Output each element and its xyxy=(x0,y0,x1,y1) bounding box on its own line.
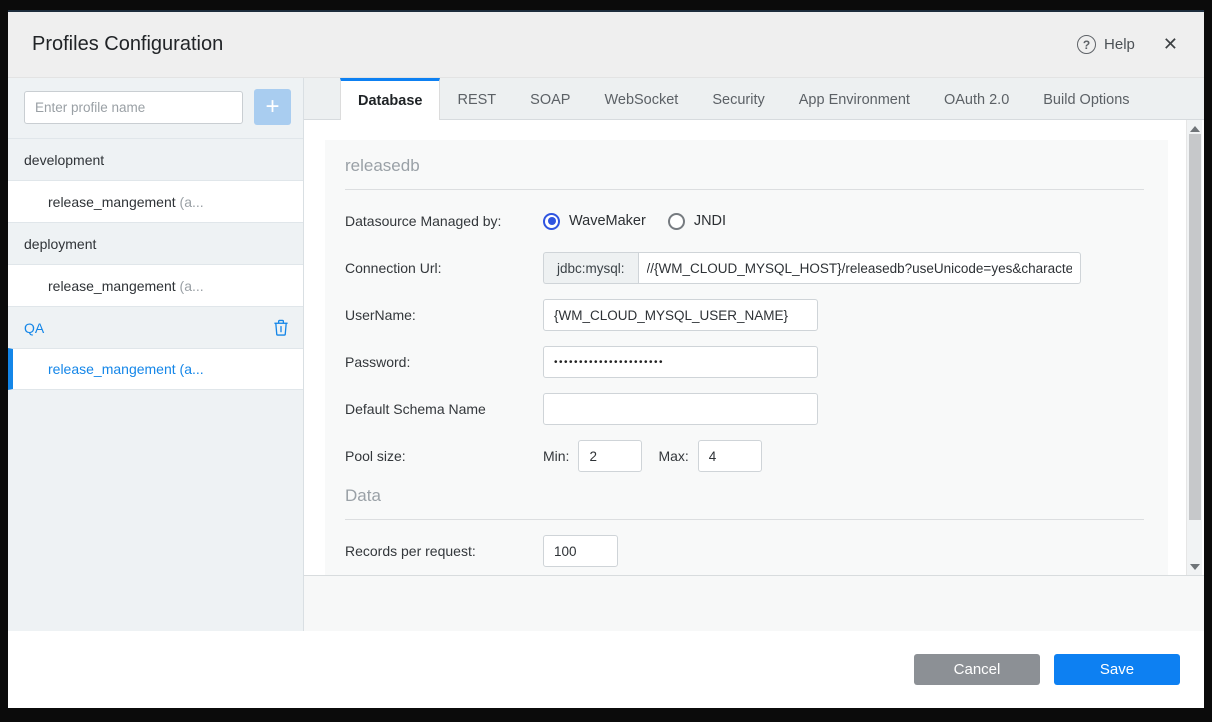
sidebar-item-release-mangement-dev[interactable]: release_mangement (a... xyxy=(8,180,303,222)
username-label: UserName: xyxy=(345,307,416,323)
pool-max-input[interactable] xyxy=(697,440,762,472)
tab-soap[interactable]: SOAP xyxy=(513,78,587,119)
tab-security[interactable]: Security xyxy=(695,78,781,119)
help-icon: ? xyxy=(1077,35,1097,54)
pool-max-label: Max: xyxy=(658,448,689,464)
radio-wavemaker-label: WaveMaker xyxy=(569,213,646,229)
password-label: Password: xyxy=(345,354,411,370)
pool-min-label: Min: xyxy=(543,448,570,464)
radio-jndi[interactable]: JNDI xyxy=(667,212,727,230)
delete-profile-icon[interactable] xyxy=(273,319,289,336)
vertical-scrollbar[interactable] xyxy=(1186,120,1202,575)
radio-unselected-icon xyxy=(667,212,685,230)
profiles-configuration-dialog: Profiles Configuration ? Help ✕ + develo… xyxy=(8,10,1204,708)
profile-child-label: release_mangement xyxy=(48,193,176,210)
tab-rest[interactable]: REST xyxy=(440,78,513,119)
profile-child-label: release_mangement xyxy=(48,277,176,294)
settings-tabbar: Database REST SOAP WebSocket Security Ap… xyxy=(304,78,1204,120)
connection-url-input[interactable] xyxy=(637,252,1081,284)
connection-url-group: jdbc:mysql: xyxy=(543,252,1081,284)
profile-group-label: development xyxy=(24,151,105,168)
default-schema-label: Default Schema Name xyxy=(345,401,486,417)
section-divider xyxy=(345,189,1144,190)
profile-child-label: release_mangement xyxy=(48,361,176,377)
radio-selected-icon xyxy=(543,212,560,230)
profile-add-row: + xyxy=(8,78,303,138)
tab-database[interactable]: Database xyxy=(340,78,441,120)
profiles-sidebar: + development release_mangement (a... de… xyxy=(8,78,304,631)
profile-group-label: deployment xyxy=(24,235,97,252)
cancel-button[interactable]: Cancel xyxy=(914,654,1040,685)
records-per-request-label: Records per request: xyxy=(345,543,476,559)
sidebar-item-release-mangement-qa[interactable]: release_mangement (a... xyxy=(8,348,303,390)
scrollbar-up-arrow-icon[interactable] xyxy=(1190,126,1200,132)
help-label: Help xyxy=(1104,36,1135,53)
dialog-title: Profiles Configuration xyxy=(32,33,224,55)
database-config-card: releasedb Datasource Managed by: WaveMak… xyxy=(325,140,1168,575)
database-tab-panel: releasedb Datasource Managed by: WaveMak… xyxy=(304,120,1204,576)
pool-size-label: Pool size: xyxy=(345,448,406,464)
pool-min-input[interactable] xyxy=(578,440,643,472)
panel-bottom-area xyxy=(304,576,1204,631)
profile-child-suffix: (a... xyxy=(175,277,204,294)
password-row: Password: xyxy=(345,346,1144,378)
username-input[interactable] xyxy=(543,299,818,331)
tab-build-options[interactable]: Build Options xyxy=(1026,78,1146,119)
dialog-body: + development release_mangement (a... de… xyxy=(8,78,1204,631)
profile-group-label: QA xyxy=(24,319,45,336)
help-button[interactable]: ? Help xyxy=(1077,35,1135,54)
scrollbar-thumb[interactable] xyxy=(1189,134,1201,520)
profile-name-input[interactable] xyxy=(24,90,243,124)
section-divider xyxy=(345,519,1144,520)
connection-url-row: Connection Url: jdbc:mysql: xyxy=(345,252,1144,284)
records-per-request-input[interactable] xyxy=(543,535,618,567)
records-per-request-row: Records per request: xyxy=(345,535,1144,567)
scrollbar-down-arrow-icon[interactable] xyxy=(1190,564,1200,570)
close-icon[interactable]: ✕ xyxy=(1163,34,1178,55)
radio-jndi-label: JNDI xyxy=(693,213,727,229)
profile-child-suffix: (a... xyxy=(175,361,204,377)
sidebar-item-release-mangement-deploy[interactable]: release_mangement (a... xyxy=(8,264,303,306)
profile-child-suffix: (a... xyxy=(175,193,204,210)
sidebar-item-qa[interactable]: QA xyxy=(8,306,303,348)
password-input[interactable] xyxy=(543,346,818,378)
default-schema-input[interactable] xyxy=(543,393,818,425)
datasource-row: Datasource Managed by: WaveMaker JNDI xyxy=(345,205,1144,237)
datasource-radio-group: WaveMaker JNDI xyxy=(543,212,727,230)
pool-size-row: Pool size: Min: Max: xyxy=(345,440,1144,472)
tab-websocket[interactable]: WebSocket xyxy=(587,78,695,119)
dialog-footer: Cancel Save xyxy=(8,631,1204,708)
save-button[interactable]: Save xyxy=(1054,654,1180,685)
add-profile-button[interactable]: + xyxy=(254,89,291,125)
data-section-heading: Data xyxy=(345,486,381,505)
dialog-header: Profiles Configuration ? Help ✕ xyxy=(8,12,1204,78)
database-name-heading: releasedb xyxy=(345,156,420,175)
jdbc-prefix-addon: jdbc:mysql: xyxy=(543,252,638,284)
datasource-label: Datasource Managed by: xyxy=(345,213,502,229)
radio-wavemaker[interactable]: WaveMaker xyxy=(543,212,646,230)
connection-url-label: Connection Url: xyxy=(345,260,442,276)
profile-settings-panel: Database REST SOAP WebSocket Security Ap… xyxy=(304,78,1204,631)
sidebar-item-development[interactable]: development xyxy=(8,138,303,180)
tab-app-environment[interactable]: App Environment xyxy=(782,78,927,119)
sidebar-item-deployment[interactable]: deployment xyxy=(8,222,303,264)
default-schema-row: Default Schema Name xyxy=(345,393,1144,425)
tab-oauth-2-0[interactable]: OAuth 2.0 xyxy=(927,78,1026,119)
username-row: UserName: xyxy=(345,299,1144,331)
